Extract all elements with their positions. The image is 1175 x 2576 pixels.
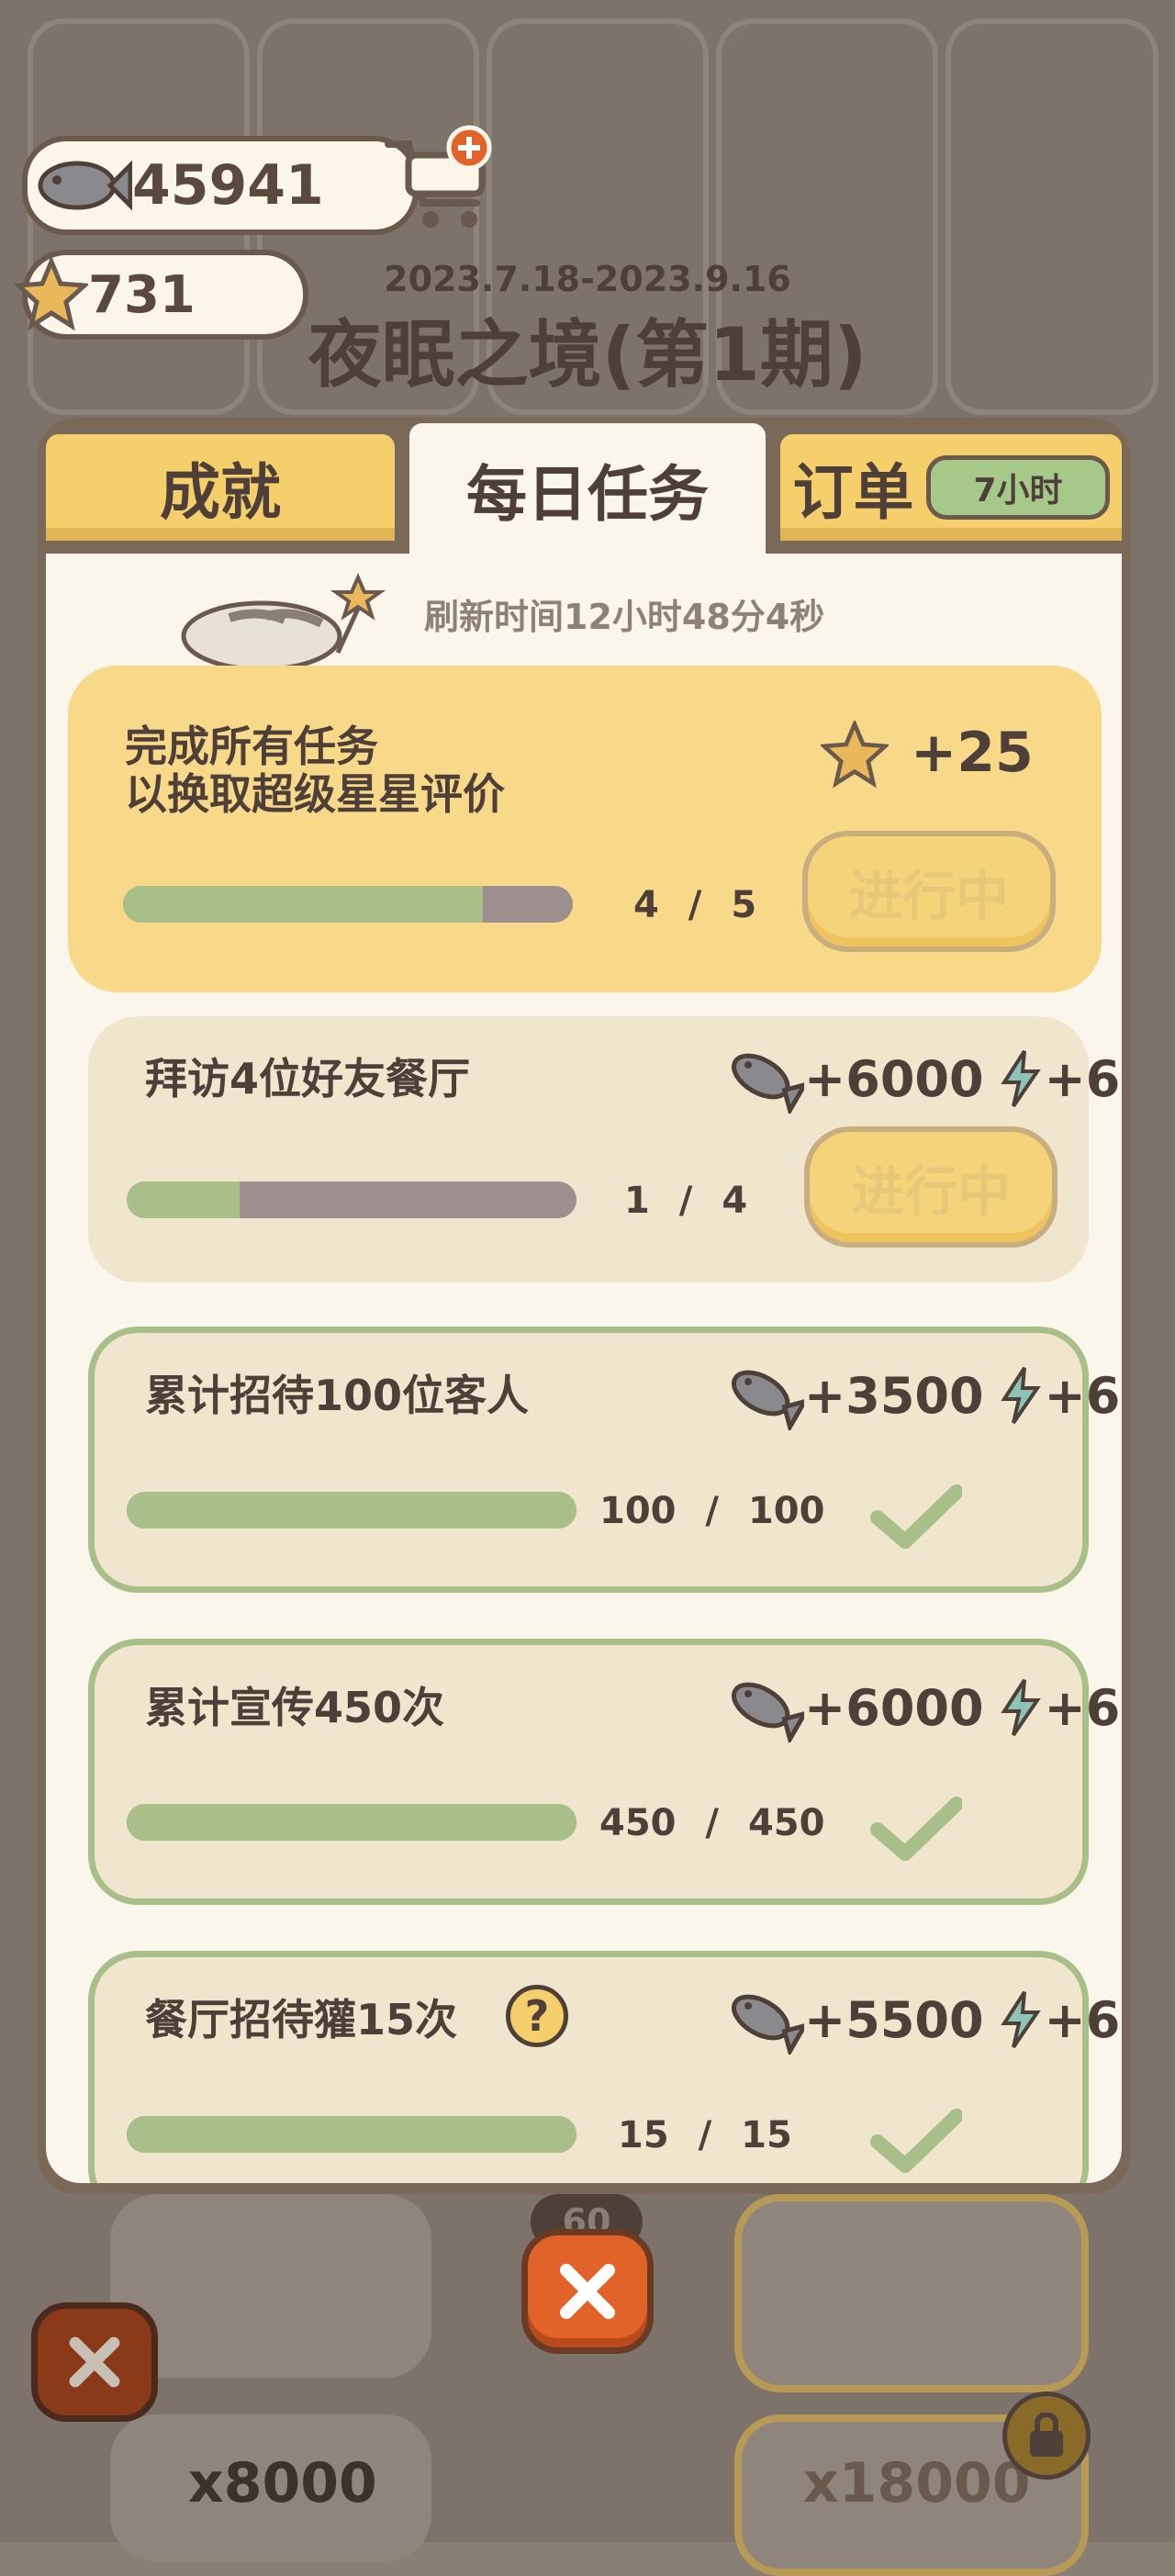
progress-fill — [127, 1182, 240, 1218]
task-progress-text: 100 / 100 — [599, 1490, 825, 1532]
energy-icon — [1000, 1990, 1041, 2049]
energy-reward-value: +6 — [1044, 1678, 1121, 1737]
background-close-button — [31, 2302, 158, 2422]
summary-progress-text: 4 / 5 — [633, 884, 757, 926]
daily-task-list[interactable]: 刷新时间12小时48分4秒 完成所有任务 以换取超级星星评价 +25 4 / 5… — [46, 554, 1122, 2183]
completed-check-icon — [870, 1484, 962, 1549]
tab-bar: 成就 每日任务 订单 7小时 — [37, 418, 1131, 555]
energy-reward-value: +6 — [1044, 1049, 1121, 1108]
fish-icon — [38, 160, 132, 211]
task-progress-bar — [127, 1492, 576, 1529]
tab-achievements[interactable]: 成就 — [40, 429, 400, 546]
task-reward: +6000 +6 — [725, 1044, 1120, 1114]
tab-label: 成就 — [160, 457, 281, 528]
in-progress-button[interactable]: 进行中 — [802, 831, 1056, 952]
progress-fill — [123, 886, 483, 923]
task-reward: +6000 +6 — [725, 1673, 1120, 1742]
summary-title-line2: 以换取超级星星评价 — [125, 769, 505, 819]
in-progress-button[interactable]: 进行中 — [804, 1126, 1058, 1248]
task-title: 拜访4位好友餐厅 — [145, 1054, 471, 1103]
order-timer-badge: 7小时 — [926, 455, 1110, 520]
fish-icon — [732, 1053, 804, 1114]
background-count-right: x18000 — [803, 2451, 1031, 2515]
progress-fill — [127, 2116, 576, 2153]
lock-icon — [1002, 2391, 1091, 2480]
tab-orders[interactable]: 订单 7小时 — [775, 429, 1127, 546]
task-title: 累计招待100位客人 — [145, 1371, 530, 1420]
fish-reward-value: +6000 — [804, 1678, 984, 1737]
tab-daily-tasks[interactable]: 每日任务 — [404, 418, 771, 555]
energy-reward-value: +6 — [1044, 1366, 1121, 1425]
event-period: 2023.7.18-2023.9.16 — [384, 259, 791, 299]
background-slot — [734, 2194, 1089, 2392]
tasks-dialog: 成就 每日任务 订单 7小时 刷新时间12小时48分4秒 完成所有任务 以换取超… — [37, 418, 1131, 2194]
background-slot — [110, 2194, 431, 2378]
event-title: 夜眠之境(第1期) — [308, 312, 867, 398]
task-progress-bar — [127, 1182, 576, 1218]
tab-label: 订单 — [792, 457, 914, 528]
task-reward: +5500 +6 — [725, 1985, 1120, 2055]
task-card: 累计招待100位客人 +3500 +6 100 / 100 — [88, 1327, 1120, 1593]
summary-task-card: 完成所有任务 以换取超级星星评价 +25 4 / 5 进行中 — [68, 666, 1102, 992]
task-title: 餐厅招待獾15次 — [145, 1995, 458, 2044]
energy-reward-value: +6 — [1044, 1990, 1121, 2049]
summary-title-line1: 完成所有任务 — [125, 722, 378, 771]
energy-icon — [1000, 1366, 1041, 1425]
progress-fill — [127, 1492, 576, 1529]
close-button[interactable] — [521, 2229, 654, 2354]
star-icon — [821, 721, 889, 789]
task-reward: +3500 +6 — [725, 1361, 1120, 1430]
progress-fill — [127, 1804, 576, 1841]
question-icon: ? — [524, 1991, 550, 2041]
fish-reward-value: +6000 — [804, 1049, 984, 1108]
task-card: 餐厅招待獾15次 ? +5500 +6 15 / 15 — [88, 1951, 1120, 2183]
task-card: 累计宣传450次 +6000 +6 450 / 450 — [88, 1639, 1120, 1905]
summary-progress-bar — [123, 886, 573, 923]
button-label: 进行中 — [848, 865, 1009, 927]
shop-cart-button[interactable] — [381, 124, 500, 234]
background-count-left: x8000 — [188, 2451, 377, 2515]
refresh-timer: 刷新时间12小时48分4秒 — [424, 597, 825, 637]
energy-icon — [1000, 1049, 1041, 1108]
fish-count: 45941 — [132, 153, 324, 218]
cat-mascot-icon — [181, 573, 386, 672]
completed-check-icon — [870, 1797, 962, 1861]
energy-icon — [1000, 1678, 1041, 1737]
task-progress-text: 15 / 15 — [618, 2114, 792, 2156]
task-progress-text: 1 / 4 — [624, 1180, 748, 1222]
tab-label: 每日任务 — [466, 459, 709, 530]
close-icon — [69, 2336, 120, 2388]
task-progress-text: 450 / 450 — [599, 1802, 825, 1844]
task-card: 拜访4位好友餐厅 +6000 +6 1 / 4 进行中 — [88, 1016, 1120, 1282]
fish-icon — [732, 1682, 804, 1742]
fish-icon — [732, 1370, 804, 1430]
completed-check-icon — [870, 2109, 962, 2173]
close-icon — [560, 2264, 615, 2319]
task-title: 累计宣传450次 — [145, 1683, 445, 1732]
task-progress-bar — [127, 1804, 576, 1841]
cart-icon — [385, 125, 492, 228]
fish-currency-bar[interactable]: 45941 — [22, 136, 419, 235]
fish-reward-value: +3500 — [804, 1366, 984, 1425]
fish-reward-value: +5500 — [804, 1990, 984, 2049]
fish-icon — [732, 1994, 804, 2055]
summary-reward: +25 — [911, 721, 1034, 785]
button-label: 进行中 — [850, 1160, 1011, 1223]
help-button[interactable]: ? — [506, 1985, 568, 2047]
task-progress-bar — [127, 2116, 576, 2153]
